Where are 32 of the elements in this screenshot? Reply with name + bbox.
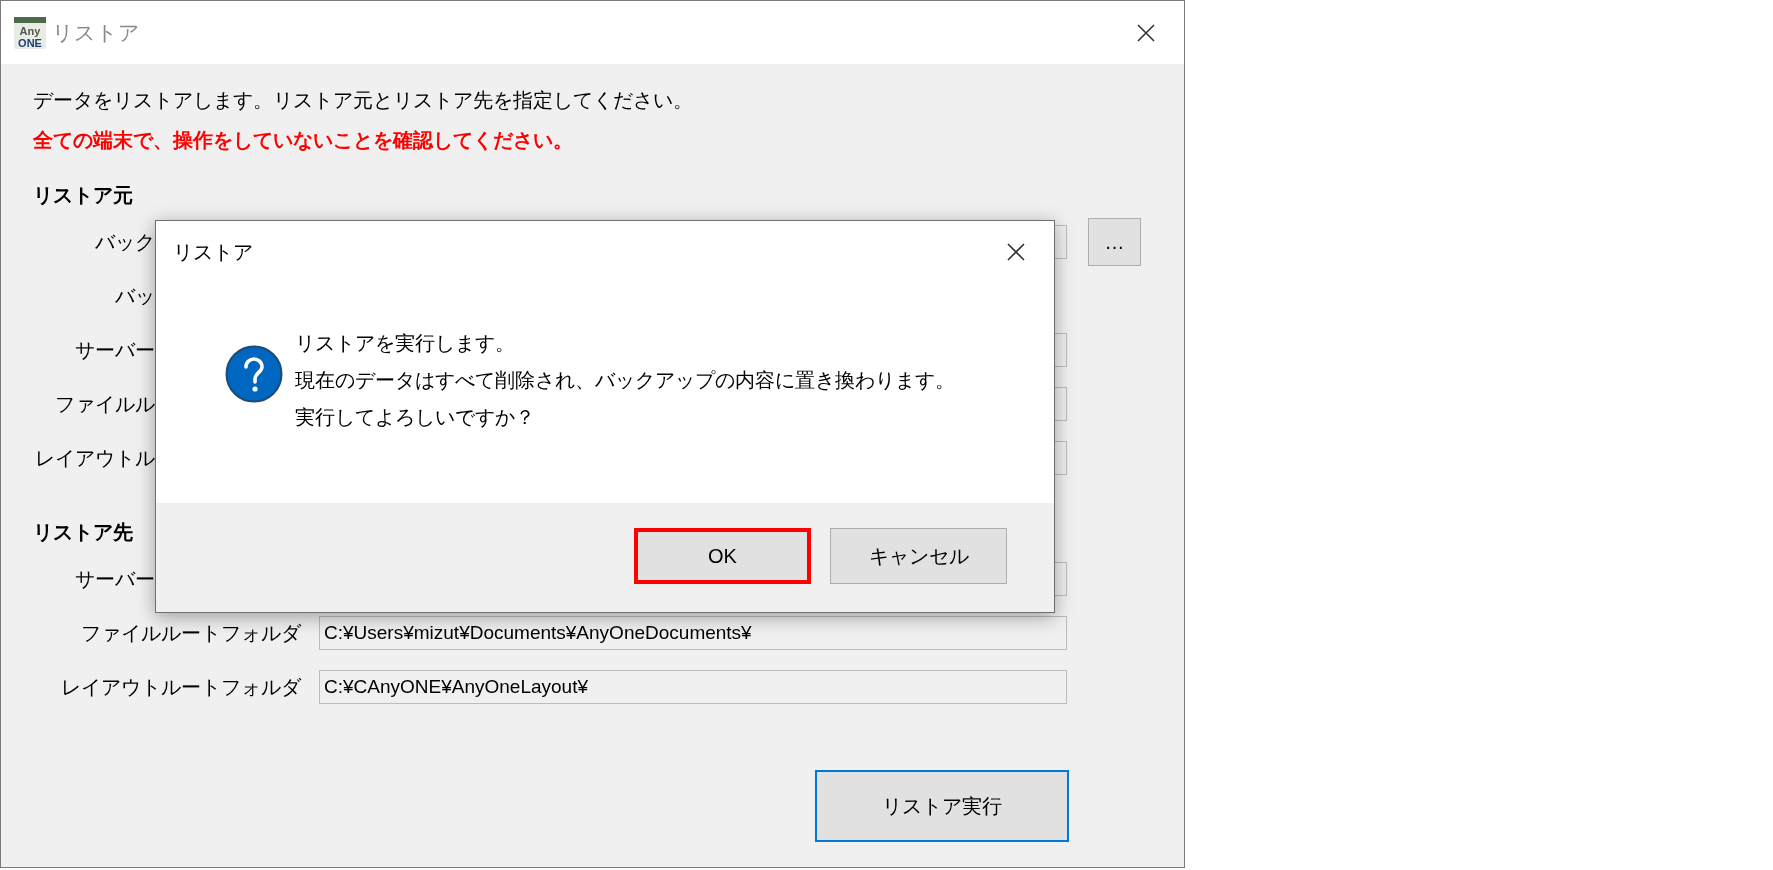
field-label: サーバー (75, 337, 155, 363)
input-field[interactable] (1055, 387, 1067, 421)
dialog-message: 実行してよろしいですか？ (295, 405, 535, 430)
field-label: ファイルルートフォルダ (81, 620, 301, 646)
warning-text: 全ての端末で、操作をしていないことを確認してください。 (32, 128, 573, 153)
input-field[interactable] (1055, 441, 1067, 475)
field-label: バッ (115, 283, 155, 309)
close-icon[interactable] (1136, 22, 1156, 43)
input-field[interactable]: C:¥CAnyONE¥AnyOneLayout¥ (319, 670, 1067, 704)
instruction-text: データをリストアします。リストア元とリストア先を指定してください。 (32, 88, 693, 113)
dialog-button[interactable]: OK (634, 528, 811, 584)
field-label: バック (95, 229, 155, 255)
field-label: レイアウトル (35, 445, 155, 471)
section-heading: リストア先 (32, 520, 133, 545)
field-label: サーバー (75, 566, 155, 592)
dialog-button[interactable]: キャンセル (830, 528, 1007, 584)
field-label: ファイルル (55, 391, 155, 417)
close-icon[interactable] (1006, 242, 1026, 262)
question-icon (225, 345, 283, 403)
execute-button[interactable]: リストア実行 (815, 770, 1069, 842)
input-field[interactable] (1055, 225, 1067, 259)
section-heading: リストア元 (32, 183, 133, 208)
dialog-message: リストアを実行します。 (295, 331, 515, 356)
input-field[interactable] (1055, 333, 1067, 367)
dialog-message: 現在のデータはすべて削除され、バックアップの内容に置き換わります。 (295, 368, 955, 393)
window-title: リストア (52, 19, 140, 46)
app-logo-icon: Any ONE (14, 16, 46, 49)
browse-button[interactable]: … (1088, 218, 1141, 266)
input-field[interactable] (1055, 562, 1067, 596)
input-field[interactable]: C:¥Users¥mizut¥Documents¥AnyOneDocuments¥ (319, 616, 1067, 650)
field-label: レイアウトルートフォルダ (61, 674, 301, 700)
dialog-title: リストア (173, 239, 253, 265)
